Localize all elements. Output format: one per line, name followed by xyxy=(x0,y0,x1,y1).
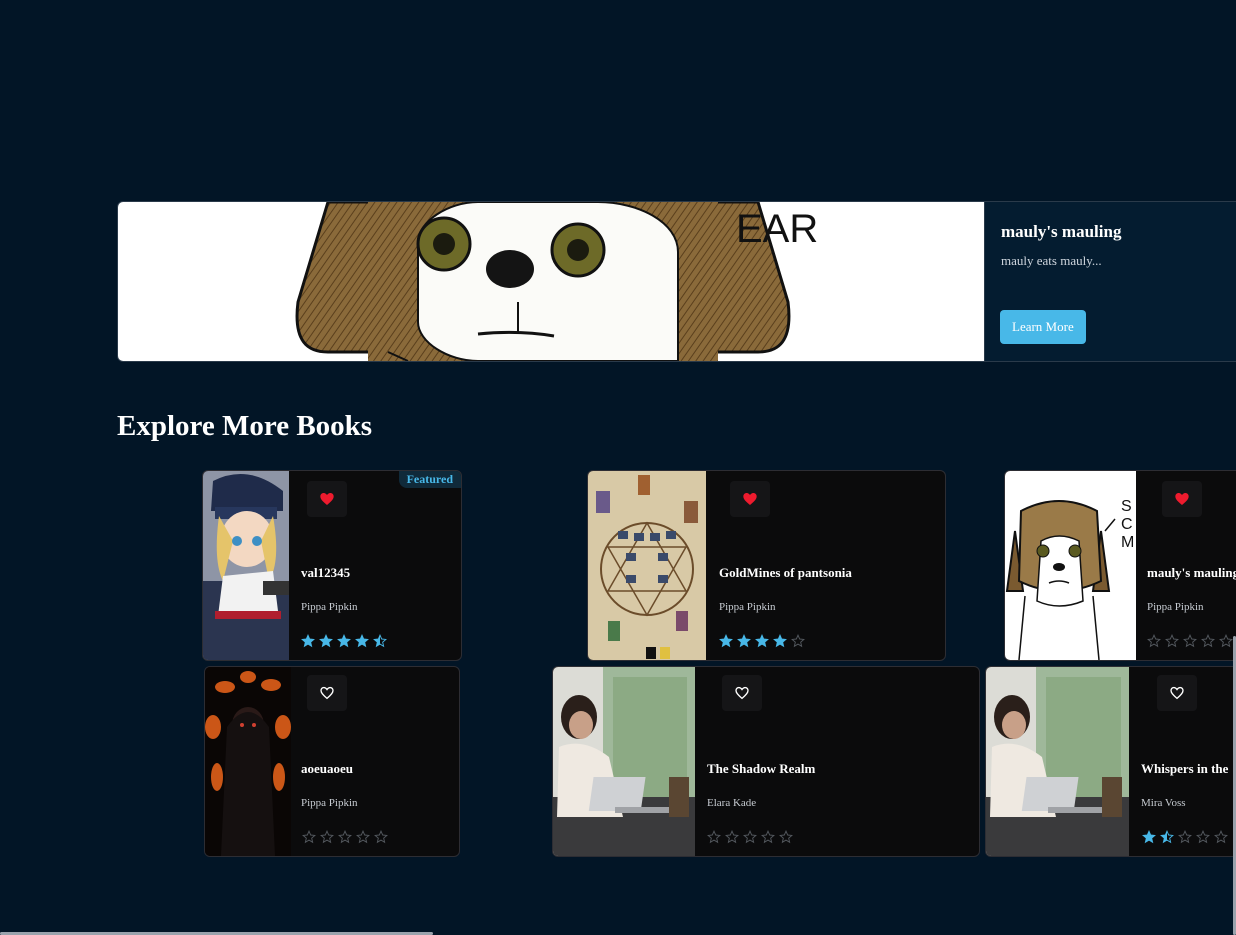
heart-outline-icon xyxy=(1170,686,1184,700)
star-icon xyxy=(755,634,769,648)
featured-cover-image: EAR xyxy=(118,202,984,361)
book-title[interactable]: aoeuaoeu xyxy=(301,761,353,777)
star-icon xyxy=(319,634,333,648)
heart-icon xyxy=(1175,493,1189,505)
star-icon xyxy=(773,634,787,648)
featured-art-text: EAR xyxy=(736,207,818,251)
star-icon xyxy=(761,830,775,844)
favorite-button[interactable] xyxy=(307,481,347,517)
book-author: Pippa Pipkin xyxy=(719,601,776,613)
featured-title: mauly's mauling xyxy=(1001,222,1122,241)
star-icon xyxy=(1160,830,1174,844)
star-icon xyxy=(302,830,316,844)
book-author: Elara Kade xyxy=(707,797,757,809)
book-author: Pippa Pipkin xyxy=(301,601,358,613)
star-icon xyxy=(743,830,757,844)
star-icon xyxy=(725,830,739,844)
star-icon xyxy=(1178,830,1192,844)
star-icon xyxy=(355,634,369,648)
favorite-button[interactable] xyxy=(730,481,770,517)
star-icon xyxy=(791,634,805,648)
star-icon xyxy=(338,830,352,844)
book-title[interactable]: The Shadow Realm xyxy=(707,761,815,777)
book-title[interactable]: GoldMines of pantsonia xyxy=(719,565,852,581)
star-icon xyxy=(1165,634,1179,648)
svg-text:M: M xyxy=(1121,534,1134,551)
book-card[interactable]: Featured val12345 Pippa Pipkin xyxy=(202,470,462,661)
book-cover-image[interactable] xyxy=(986,667,1129,856)
star-icon xyxy=(301,634,315,648)
favorite-button[interactable] xyxy=(1162,481,1202,517)
star-icon xyxy=(1147,634,1161,648)
book-title[interactable]: val12345 xyxy=(301,565,350,581)
star-icon xyxy=(1142,830,1156,844)
book-card[interactable]: The Shadow Realm Elara Kade xyxy=(552,666,980,857)
book-card[interactable]: S C M mauly's mauling Pippa Pipkin xyxy=(1004,470,1236,661)
book-cover-image[interactable]: S C M xyxy=(1005,471,1136,660)
star-icon xyxy=(779,830,793,844)
book-title[interactable]: mauly's mauling xyxy=(1147,565,1236,581)
star-icon xyxy=(1196,830,1210,844)
star-icon xyxy=(1183,634,1197,648)
rating-stars xyxy=(302,830,388,844)
star-icon xyxy=(337,634,351,648)
rating-stars xyxy=(1142,830,1228,844)
book-author: Pippa Pipkin xyxy=(1147,601,1204,613)
star-icon xyxy=(707,830,721,844)
heart-outline-icon xyxy=(735,686,749,700)
featured-info-panel: mauly's mauling mauly eats mauly... Lear… xyxy=(984,202,1236,361)
book-cover-image[interactable] xyxy=(588,471,706,660)
featured-banner: EAR mauly's mauling mauly eats mauly... … xyxy=(117,201,1236,362)
favorite-button[interactable] xyxy=(722,675,762,711)
book-cover-image[interactable] xyxy=(205,667,291,856)
star-icon xyxy=(1214,830,1228,844)
heart-icon xyxy=(743,493,757,505)
star-icon xyxy=(1219,634,1233,648)
heart-icon xyxy=(320,493,334,505)
learn-more-button[interactable]: Learn More xyxy=(1000,310,1086,344)
star-icon xyxy=(320,830,334,844)
favorite-button[interactable] xyxy=(1157,675,1197,711)
rating-stars xyxy=(707,830,793,844)
book-author: Pippa Pipkin xyxy=(301,797,358,809)
svg-text:C: C xyxy=(1121,516,1133,533)
star-icon xyxy=(374,830,388,844)
book-author: Mira Voss xyxy=(1141,797,1186,809)
book-title[interactable]: Whispers in the xyxy=(1141,761,1228,777)
book-card[interactable]: GoldMines of pantsonia Pippa Pipkin xyxy=(587,470,946,661)
featured-badge: Featured xyxy=(398,471,461,488)
rating-stars xyxy=(301,634,387,648)
svg-text:S: S xyxy=(1121,498,1132,515)
rating-stars xyxy=(1147,634,1233,648)
star-icon xyxy=(737,634,751,648)
star-icon xyxy=(719,634,733,648)
featured-description: mauly eats mauly... xyxy=(1001,253,1102,268)
book-card[interactable]: aoeuaoeu Pippa Pipkin xyxy=(204,666,460,857)
star-icon xyxy=(373,634,387,648)
book-cover-image[interactable] xyxy=(553,667,695,856)
star-icon xyxy=(356,830,370,844)
star-icon xyxy=(1201,634,1215,648)
book-card[interactable]: Whispers in the Mira Voss xyxy=(985,666,1236,857)
book-cover-image[interactable] xyxy=(203,471,289,660)
section-title: Explore More Books xyxy=(117,410,373,442)
heart-outline-icon xyxy=(320,686,334,700)
rating-stars xyxy=(719,634,805,648)
favorite-button[interactable] xyxy=(307,675,347,711)
